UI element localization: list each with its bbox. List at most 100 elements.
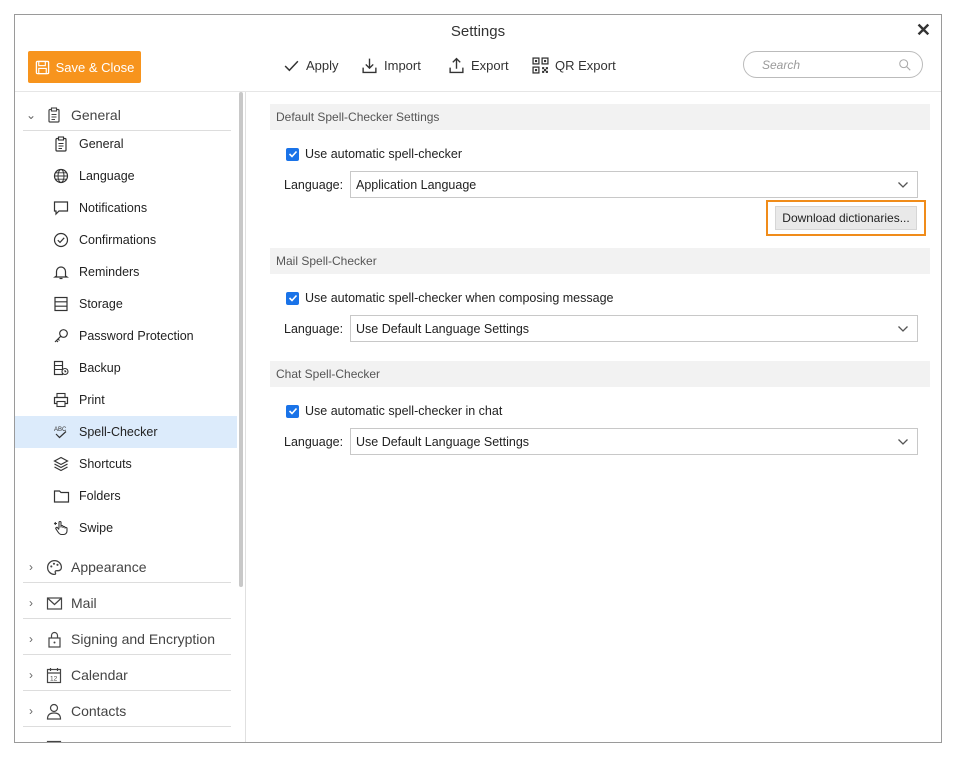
chevron-right-icon: › (29, 596, 33, 610)
group-calendar[interactable]: › 12 Calendar (23, 660, 231, 691)
export-button[interactable]: Export (448, 57, 509, 74)
window-title: Settings (450, 23, 506, 40)
apply-label: Apply (306, 58, 339, 73)
sidebar-item-label: Shortcuts (79, 457, 132, 471)
sidebar-item-password-protection[interactable]: Password Protection (15, 320, 237, 352)
checkbox-checked-icon[interactable] (286, 291, 299, 305)
checkbox-checked-icon[interactable] (286, 147, 299, 161)
group-signing-encryption[interactable]: › Signing and Encryption (23, 624, 231, 655)
qr-export-button[interactable]: QR Export (532, 57, 616, 74)
section-chat-spell-checker: Chat Spell-Checker (270, 361, 930, 387)
clipboard-icon (52, 135, 70, 153)
check-circle-icon (52, 231, 70, 249)
group-appearance[interactable]: › Appearance (23, 552, 231, 583)
chevron-right-icon: › (29, 560, 33, 574)
chevron-right-icon: › (29, 632, 33, 646)
section-default-spell-checker: Default Spell-Checker Settings (270, 104, 930, 130)
sidebar-item-label: General (79, 137, 124, 151)
sidebar-item-backup[interactable]: Backup (15, 352, 237, 384)
sidebar-item-shortcuts[interactable]: Shortcuts (15, 448, 237, 480)
group-general-label: General (71, 107, 121, 123)
chat-language-row: Language: Use Default Language Settings (284, 428, 918, 455)
checkmark-icon (284, 60, 299, 72)
group-contacts-label: Contacts (71, 703, 127, 719)
import-icon (362, 58, 377, 74)
sidebar-item-label: Print (79, 393, 105, 407)
calendar-icon: 12 (45, 666, 63, 684)
search-box[interactable] (743, 51, 923, 78)
chat-language-select[interactable]: Use Default Language Settings (350, 428, 918, 455)
sidebar-scrollbar[interactable] (239, 92, 243, 587)
clipboard-icon (45, 106, 63, 124)
chevron-down-icon (898, 438, 908, 445)
qr-code-icon (532, 57, 549, 74)
default-spellcheck-checkbox[interactable]: Use automatic spell-checker (286, 147, 462, 161)
apply-button[interactable]: Apply (283, 57, 339, 74)
settings-content: Default Spell-Checker Settings Use autom… (246, 92, 941, 742)
export-icon (449, 57, 464, 74)
spellcheck-icon: ABC (52, 423, 70, 441)
hand-pointer-icon (52, 519, 70, 537)
backup-icon (52, 359, 70, 377)
sidebar-item-print[interactable]: Print (15, 384, 237, 416)
mail-spellcheck-checkbox[interactable]: Use automatic spell-checker when composi… (286, 291, 613, 305)
checkbox-label: Use automatic spell-checker when composi… (305, 291, 614, 305)
select-value: Use Default Language Settings (356, 434, 530, 449)
qr-export-label: QR Export (555, 58, 616, 73)
sidebar-item-storage[interactable]: Storage (15, 288, 237, 320)
group-appearance-label: Appearance (71, 559, 147, 575)
storage-icon (52, 295, 70, 313)
checkbox-label: Use automatic spell-checker (305, 147, 463, 161)
search-icon[interactable] (898, 58, 912, 72)
mail-language-row: Language: Use Default Language Settings (284, 315, 918, 342)
group-mail[interactable]: › Mail (23, 588, 231, 619)
sidebar-item-notifications[interactable]: Notifications (15, 192, 237, 224)
chevron-down-icon (898, 181, 908, 188)
sidebar-item-label: Notifications (79, 201, 148, 215)
lock-icon (45, 630, 63, 648)
sidebar-item-general[interactable]: General (15, 128, 237, 160)
sidebar-item-spell-checker[interactable]: ABC Spell-Checker (15, 416, 237, 448)
sidebar-item-label: Language (79, 169, 135, 183)
layers-icon (52, 455, 70, 473)
sidebar-item-reminders[interactable]: Reminders (15, 256, 237, 288)
sidebar-item-label: Reminders (79, 265, 140, 279)
key-icon (52, 327, 70, 345)
download-dictionaries-button[interactable]: Download dictionaries... (775, 206, 917, 230)
language-label: Language: (284, 434, 344, 449)
person-icon (45, 702, 63, 720)
bell-icon (52, 263, 70, 281)
import-button[interactable]: Import (361, 57, 421, 74)
sidebar-item-language[interactable]: Language (15, 160, 237, 192)
chevron-right-icon: › (29, 704, 33, 718)
group-tasks-partial[interactable]: › (23, 732, 231, 742)
sidebar-item-label: Spell-Checker (79, 425, 158, 439)
palette-icon (45, 558, 63, 576)
select-value: Use Default Language Settings (356, 321, 530, 336)
section-mail-spell-checker: Mail Spell-Checker (270, 248, 930, 274)
sidebar-item-label: Password Protection (79, 329, 194, 343)
search-input[interactable] (760, 56, 884, 73)
group-signing-label: Signing and Encryption (71, 631, 215, 647)
settings-window: Settings ✕ Save & Close Apply Import Exp… (14, 14, 942, 743)
sidebar-item-folders[interactable]: Folders (15, 480, 237, 512)
sidebar-item-label: Confirmations (79, 233, 157, 247)
language-label: Language: (284, 177, 344, 192)
sidebar-item-swipe[interactable]: Swipe (15, 512, 237, 544)
sidebar-item-confirmations[interactable]: Confirmations (15, 224, 237, 256)
chevron-right-icon: › (23, 740, 39, 742)
envelope-icon (45, 594, 63, 612)
chat-spellcheck-checkbox[interactable]: Use automatic spell-checker in chat (286, 404, 502, 418)
group-contacts[interactable]: › Contacts (23, 696, 231, 727)
section-title: Chat Spell-Checker (276, 367, 381, 381)
checkbox-checked-icon[interactable] (286, 404, 299, 418)
close-icon[interactable]: ✕ (916, 20, 931, 41)
group-mail-label: Mail (71, 595, 97, 611)
folder-icon (52, 487, 70, 505)
settings-sidebar: ⌄ General General Language Notifications… (15, 92, 246, 742)
group-general[interactable]: ⌄ General (23, 100, 231, 131)
save-close-button[interactable]: Save & Close (28, 51, 141, 83)
default-language-select[interactable]: Application Language (350, 171, 918, 198)
group-calendar-label: Calendar (71, 667, 128, 683)
mail-language-select[interactable]: Use Default Language Settings (350, 315, 918, 342)
